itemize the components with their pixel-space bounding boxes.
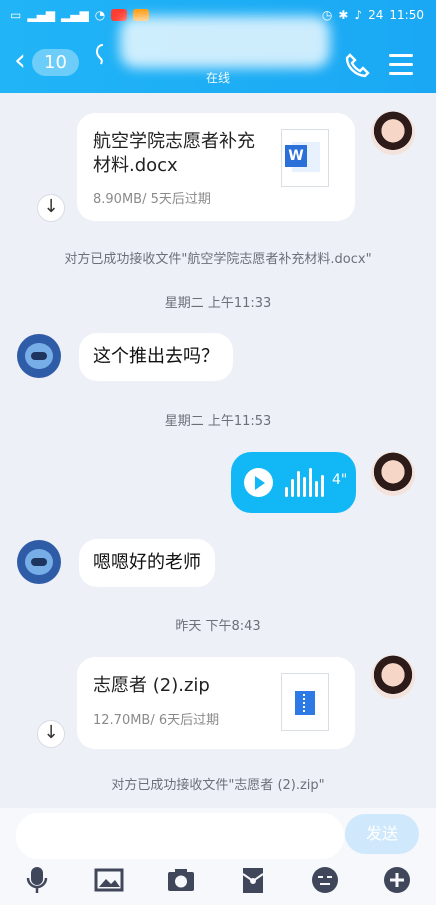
timestamp: 星期二 上午11:53 — [164, 414, 272, 429]
plus-icon[interactable] — [381, 864, 413, 896]
signal-icon-2: ▂▄▆ — [61, 8, 89, 22]
timestamp: 昨天 下午8:43 — [175, 619, 261, 634]
file-name: 航空学院志愿者补充材料.docx — [93, 131, 255, 176]
file-message[interactable]: 航空学院志愿者补充材料.docx 8.90MB/ 5天后过期 — [77, 113, 355, 221]
mic-icon[interactable] — [21, 864, 53, 896]
back-button[interactable]: ‹ 10 — [14, 43, 79, 78]
voice-duration: 4" — [332, 472, 348, 488]
file-meta: 12.70MB/ 6天后过期 — [93, 713, 220, 728]
send-button[interactable]: 发送 — [345, 814, 419, 854]
zip-file-icon — [281, 673, 329, 731]
timestamp: 星期二 上午11:33 — [164, 296, 272, 311]
input-area: 发送 — [0, 808, 436, 905]
emoji-icon[interactable] — [309, 864, 341, 896]
receipt-message: 对方已成功接收文件"志愿者 (2).zip" — [111, 778, 325, 793]
back-arrow-icon: ‹ — [14, 43, 26, 78]
online-status: 在线 — [206, 71, 231, 85]
file-message[interactable]: 志愿者 (2).zip 12.70MB/ 6天后过期 — [77, 657, 355, 749]
unread-count: 10 — [32, 48, 79, 76]
avatar-me — [371, 452, 415, 496]
image-icon[interactable] — [93, 864, 125, 896]
bluetooth-icon: ✱ — [338, 8, 349, 22]
message-input[interactable] — [16, 813, 344, 859]
wifi-icon: ◔ — [94, 8, 106, 22]
signal-icon: ▂▄▆ — [27, 8, 56, 22]
avatar-contact — [17, 334, 61, 378]
chat-area: 航空学院志愿者补充材料.docx 8.90MB/ 5天后过期 ↓ 对方已成功接收… — [0, 93, 436, 808]
camera-icon[interactable] — [165, 864, 197, 896]
file-name: 志愿者 (2).zip — [93, 675, 210, 696]
voice-message[interactable]: 4" — [231, 452, 356, 513]
text-message[interactable]: 这个推出去吗？ — [79, 333, 233, 381]
status-time: 11:50 — [389, 8, 424, 22]
play-icon[interactable] — [244, 468, 273, 497]
file-meta: 8.90MB/ 5天后过期 — [93, 192, 211, 207]
hd-icon: ▭ — [10, 8, 22, 22]
word-file-icon — [281, 129, 329, 187]
top-bar: ▭ ▂▄▆ ▂▄▆ ◔ ◷ ✱ ♪ 24 11:50 ‹ 10 … 在线 — [0, 0, 436, 93]
ear-icon[interactable] — [96, 44, 110, 66]
avatar-me — [371, 655, 415, 699]
menu-icon[interactable] — [389, 54, 413, 76]
phone-icon[interactable] — [344, 52, 370, 78]
receipt-message: 对方已成功接收文件"航空学院志愿者补充材料.docx" — [64, 252, 372, 267]
avatar-me — [371, 111, 415, 155]
red-packet-icon[interactable] — [237, 864, 269, 896]
text-message[interactable]: 嗯嗯好的老师 — [79, 539, 215, 587]
status-right: ◷ ✱ ♪ 24 11:50 — [322, 8, 424, 22]
battery-level: 24 — [368, 8, 384, 22]
voice-wave-icon — [285, 468, 329, 497]
avatar-contact — [17, 540, 61, 584]
download-icon[interactable]: ↓ — [37, 194, 65, 222]
download-icon[interactable]: ↓ — [37, 720, 65, 748]
contact-name-blurred: … — [120, 16, 330, 68]
mute-icon: ♪ — [354, 8, 363, 22]
chat-toolbar — [0, 864, 436, 904]
